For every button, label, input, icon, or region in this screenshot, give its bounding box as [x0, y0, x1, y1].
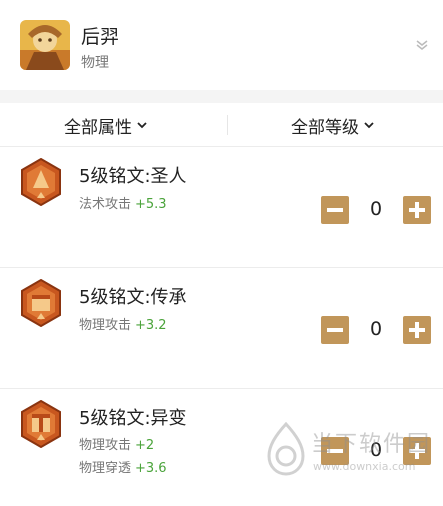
rune-count: 0 — [369, 439, 383, 461]
rune-stat-value: +3.6 — [135, 461, 167, 476]
plus-icon-v — [415, 322, 419, 338]
hero-avatar — [20, 20, 70, 70]
rune-stat: 物理穿透 +3.6 — [79, 457, 167, 476]
rune-count: 0 — [369, 198, 383, 220]
decrease-button[interactable] — [321, 437, 349, 465]
rune-badge-icon — [21, 279, 61, 327]
minus-icon — [327, 328, 343, 332]
rune-stat-label: 法术攻击 — [79, 197, 132, 212]
rune-title: 5级铭文:传承 — [79, 287, 187, 308]
plus-icon-v — [415, 443, 419, 459]
rune-stat-label: 物理攻击 — [79, 438, 132, 453]
hero-name: 后羿 — [81, 26, 120, 48]
level-filter-label: 全部等级 — [291, 117, 359, 138]
hero-header[interactable]: 后羿 物理 — [0, 0, 443, 90]
rune-list-item: 5级铭文:圣人 法术攻击 +5.3 0 — [0, 148, 443, 268]
filter-bar: 全部属性 全部等级 — [0, 103, 443, 147]
rune-list-item: 5级铭文:传承 物理攻击 +3.2 0 — [0, 269, 443, 389]
attribute-filter-label: 全部属性 — [64, 117, 132, 138]
hero-type: 物理 — [81, 55, 109, 71]
filter-separator — [227, 115, 228, 135]
rune-stat-label: 物理穿透 — [79, 461, 132, 476]
rune-list-item: 5级铭文:异变 物理攻击 +2 物理穿透 +3.6 0 — [0, 390, 443, 506]
rune-badge-icon — [21, 158, 61, 206]
section-divider — [0, 90, 443, 103]
rune-stat: 物理攻击 +3.2 — [79, 314, 167, 333]
rune-badge-icon — [21, 400, 61, 448]
increase-button[interactable] — [403, 196, 431, 224]
increase-button[interactable] — [403, 316, 431, 344]
decrease-button[interactable] — [321, 316, 349, 344]
increase-button[interactable] — [403, 437, 431, 465]
rune-stat: 物理攻击 +2 — [79, 434, 154, 453]
plus-icon-v — [415, 202, 419, 218]
minus-icon — [327, 449, 343, 453]
rune-stat-value: +2 — [135, 438, 155, 453]
rune-stat-value: +5.3 — [135, 197, 167, 212]
decrease-button[interactable] — [321, 196, 349, 224]
rune-stat-value: +3.2 — [135, 318, 167, 333]
minus-icon — [327, 208, 343, 212]
rune-stat: 法术攻击 +5.3 — [79, 193, 167, 212]
rune-title: 5级铭文:圣人 — [79, 166, 187, 187]
rune-count: 0 — [369, 318, 383, 340]
chevron-down-icon[interactable] — [415, 38, 429, 52]
attribute-filter-dropdown[interactable]: 全部属性 — [64, 103, 147, 147]
chevron-down-icon — [364, 122, 374, 129]
chevron-down-icon — [137, 122, 147, 129]
rune-stat-label: 物理攻击 — [79, 318, 132, 333]
level-filter-dropdown[interactable]: 全部等级 — [291, 103, 374, 147]
rune-title: 5级铭文:异变 — [79, 408, 187, 429]
